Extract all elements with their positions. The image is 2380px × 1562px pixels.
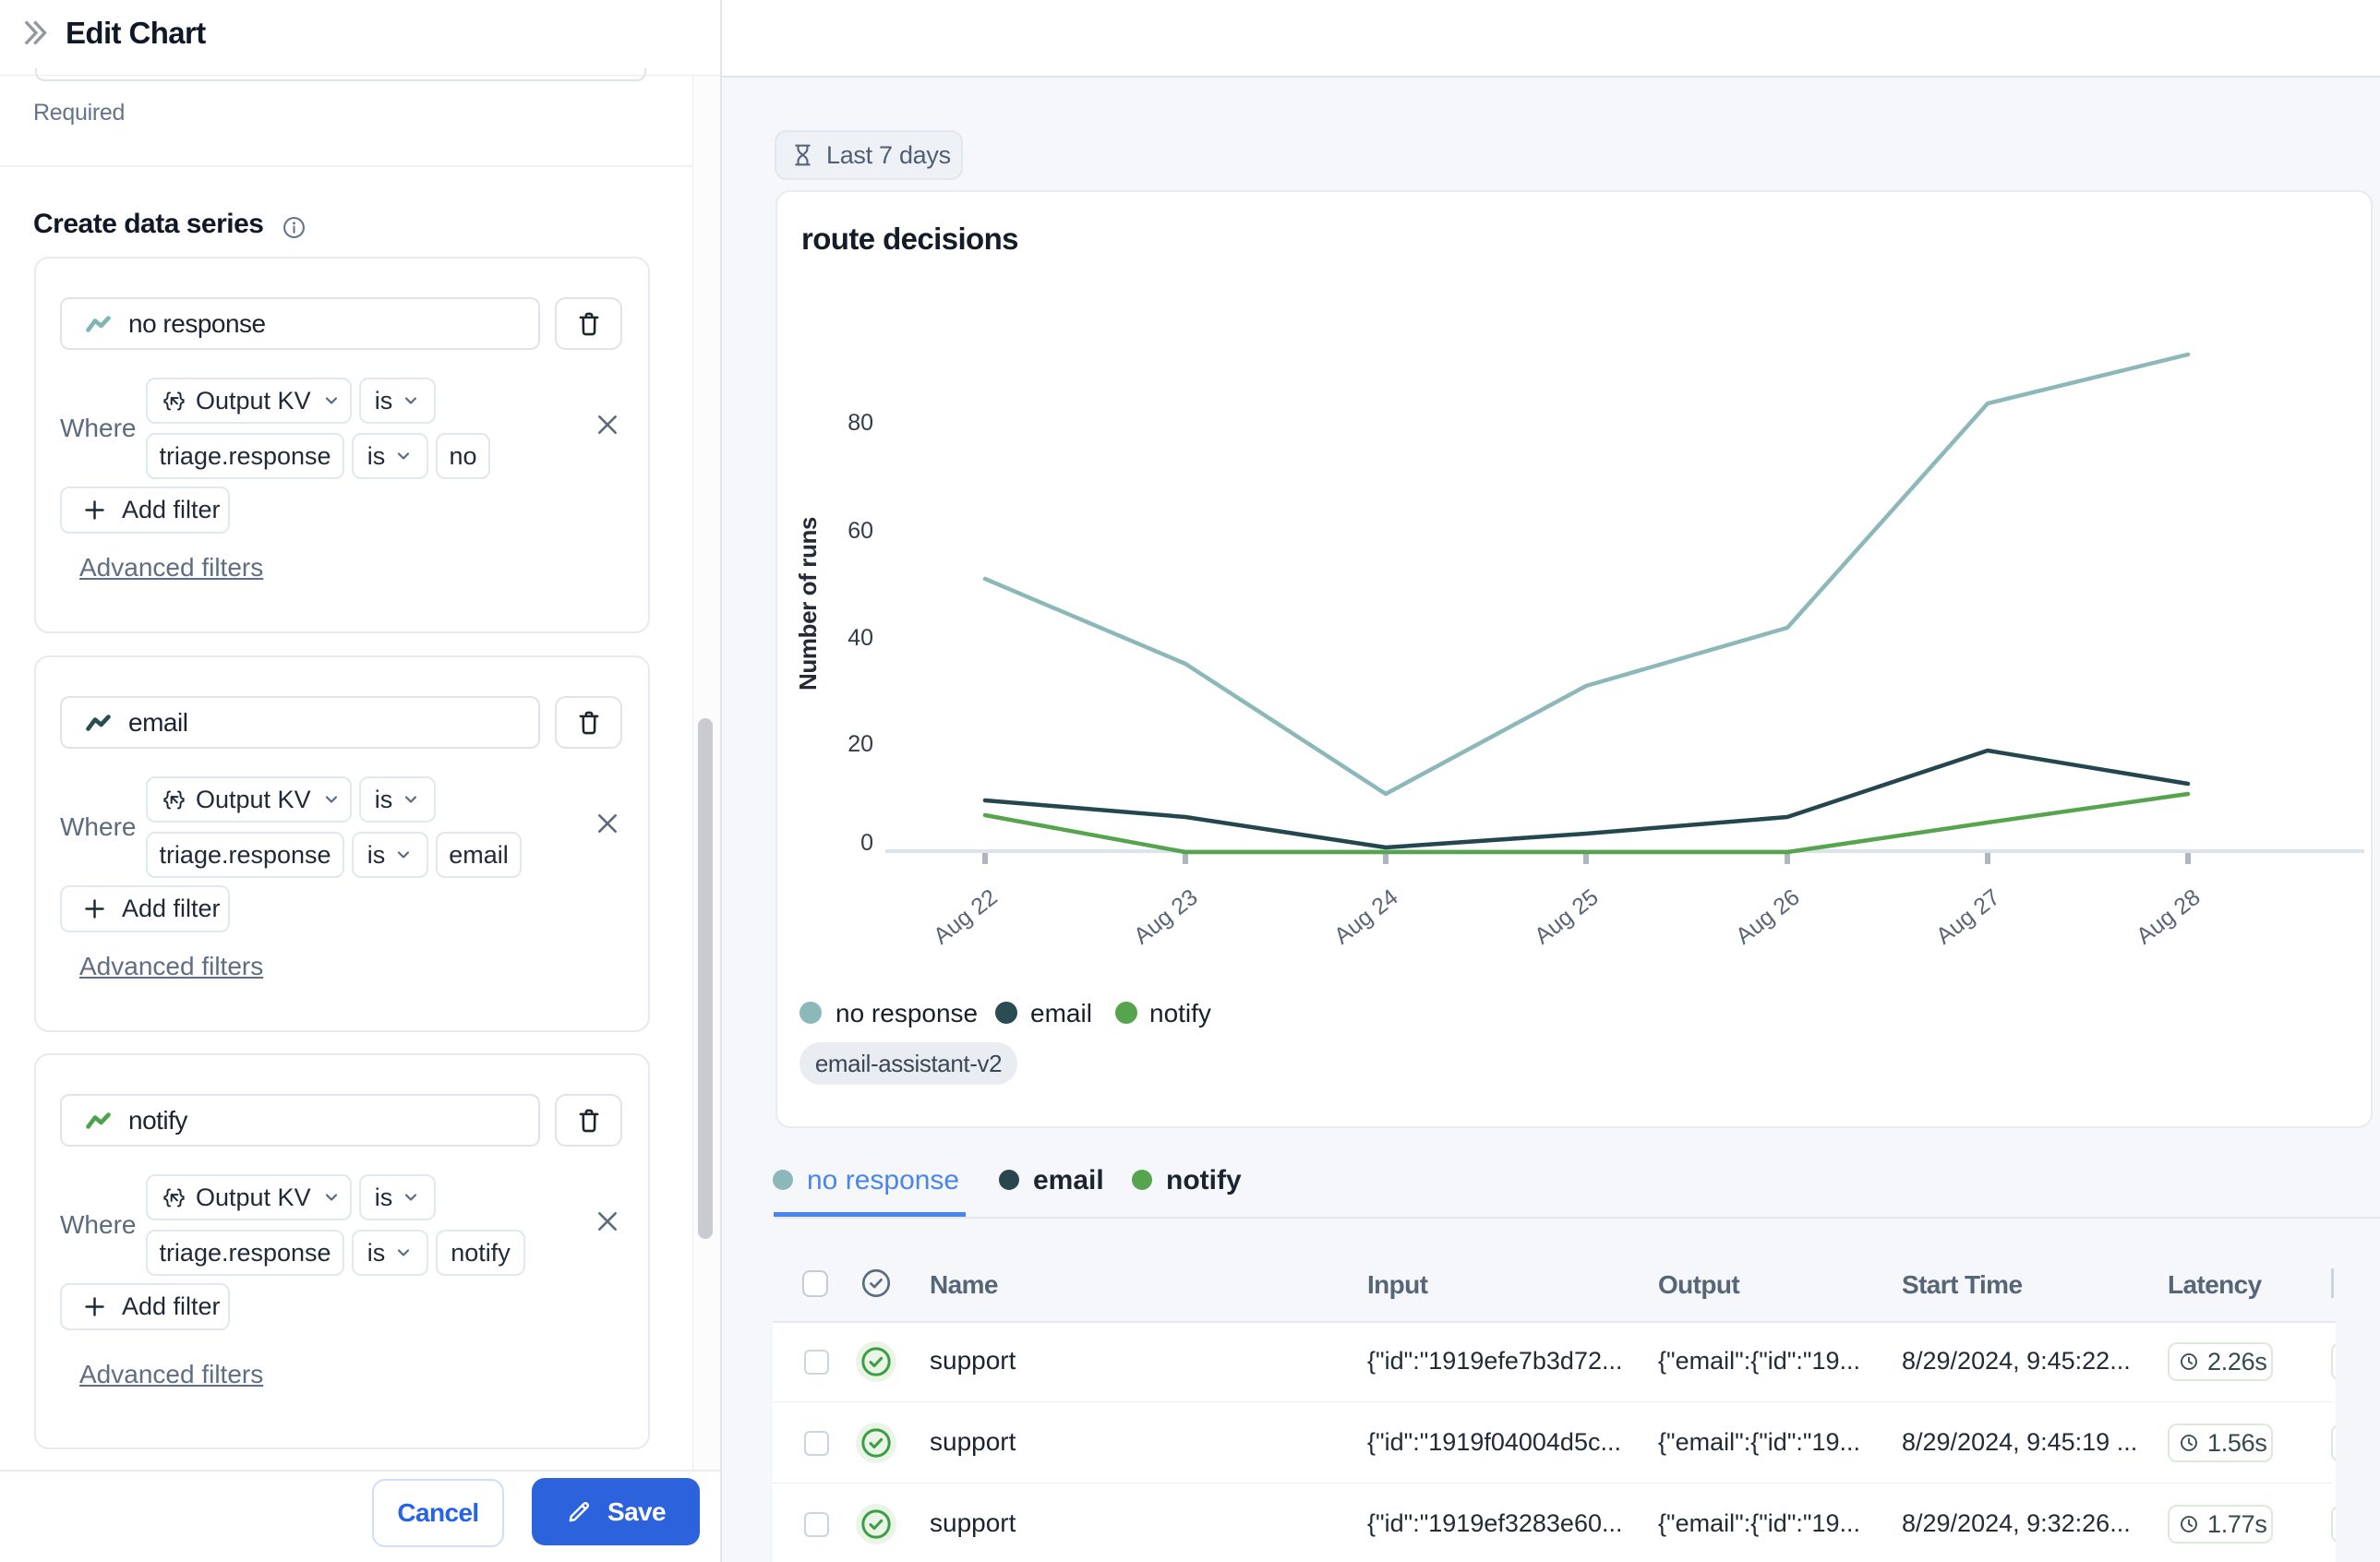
svg-text:40: 40: [847, 625, 873, 651]
svg-text:notify: notify: [1149, 999, 1211, 1027]
svg-text:60: 60: [847, 518, 873, 544]
svg-text:Aug 25: Aug 25: [1530, 884, 1604, 950]
svg-text:Number of runs: Number of runs: [794, 517, 822, 691]
svg-text:Aug 28: Aug 28: [2132, 884, 2206, 950]
svg-text:Aug 26: Aug 26: [1731, 884, 1805, 950]
svg-text:Aug 23: Aug 23: [1129, 884, 1203, 950]
svg-text:Aug 22: Aug 22: [929, 884, 1003, 950]
svg-text:email: email: [1030, 999, 1092, 1027]
svg-text:20: 20: [847, 731, 873, 757]
svg-text:80: 80: [847, 410, 873, 436]
svg-text:Aug 24: Aug 24: [1329, 884, 1403, 950]
svg-text:no response: no response: [835, 999, 978, 1027]
svg-text:0: 0: [860, 830, 873, 856]
svg-text:Aug 27: Aug 27: [1931, 884, 2005, 950]
